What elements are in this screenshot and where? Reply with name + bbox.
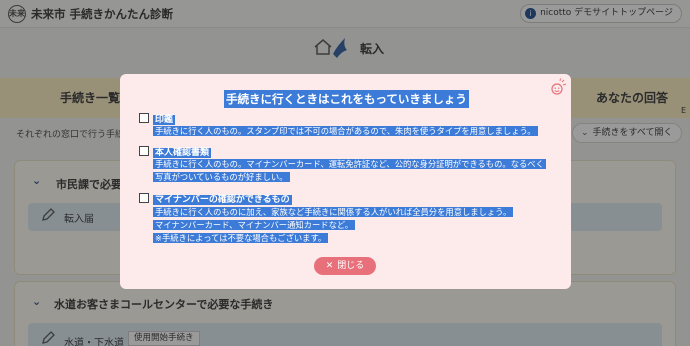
item-description: 手続きに行く人のものに加え、家族など手続きに関係する人がいれば全員分を用意しまし… — [153, 207, 514, 217]
item-checkbox[interactable] — [139, 113, 149, 123]
close-button[interactable]: ✕ 閉じる — [314, 257, 376, 275]
smiley-deco-icon — [551, 78, 567, 95]
item-description: 手続きに行く人のもの。マイナンバーカード、運転免許証など、公的な身分証明ができる… — [153, 159, 546, 169]
item-checkbox[interactable] — [139, 193, 149, 203]
item-description: 手続きに行く人のもの。スタンプ印では不可の場合があるので、朱肉を使うタイプを用意… — [153, 126, 538, 136]
item-description: ※手続きによっては不要な場合もございます。 — [153, 233, 329, 243]
item-checkbox[interactable] — [139, 146, 149, 156]
item-title: 印鑑 — [153, 115, 176, 125]
close-label: 閉じる — [337, 261, 365, 271]
item-description: マイナンバーカード、マイナンバー通知カードなど。 — [153, 220, 356, 230]
item-title: 本人確認書類 — [153, 148, 212, 158]
item-description: 写真がついているものが好ましい。 — [153, 172, 290, 182]
modal-title: 手続きに行くときはこれをもっていきましょう — [224, 90, 469, 108]
item-title: マイナンバーの確認ができるもの — [153, 195, 292, 205]
close-icon: ✕ — [325, 261, 334, 271]
